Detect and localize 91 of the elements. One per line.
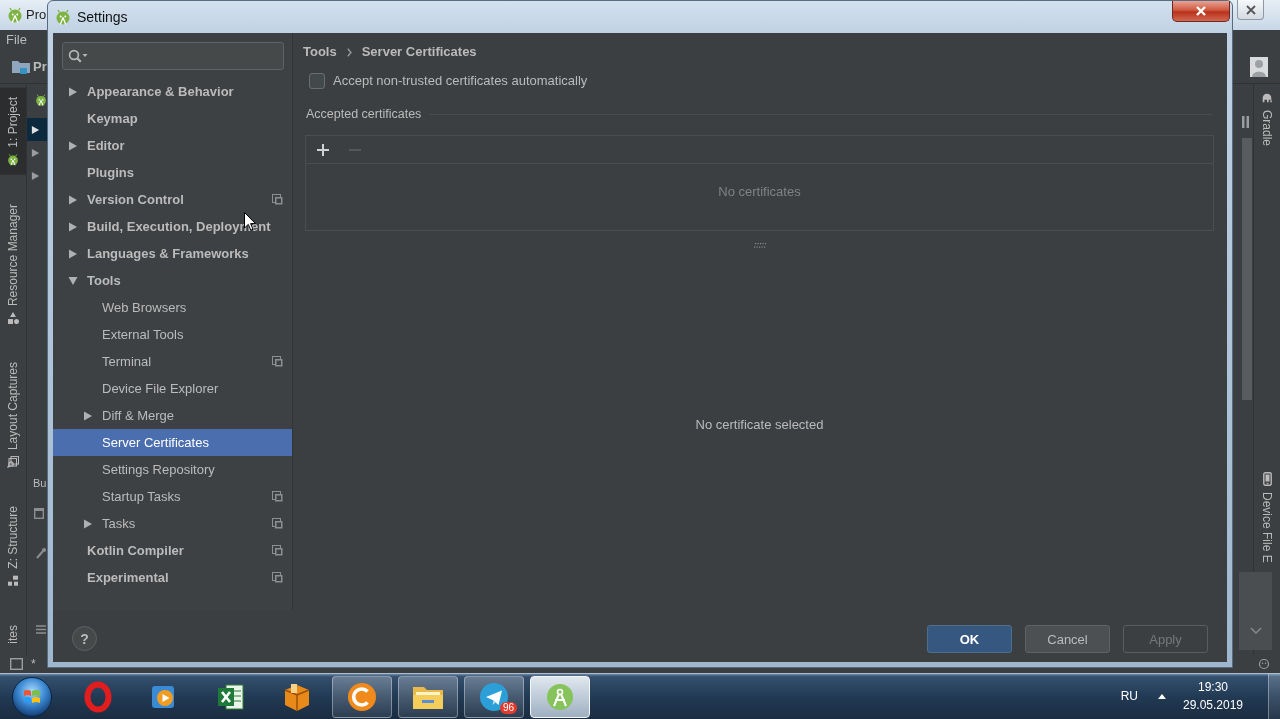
start-button[interactable] — [12, 676, 52, 717]
phone-icon — [1262, 472, 1272, 487]
taskbar-button[interactable] — [530, 675, 590, 718]
chevron-right-icon — [346, 47, 352, 57]
tree-item[interactable]: Tools — [53, 267, 292, 294]
tree-item[interactable]: Languages & Frameworks — [53, 240, 292, 267]
robot-head-icon — [35, 94, 47, 106]
triangle-right-icon[interactable] — [31, 124, 40, 135]
triangle-right-icon[interactable] — [68, 221, 78, 232]
close-button[interactable] — [1172, 1, 1230, 22]
clock-time[interactable]: 19:30 — [1178, 679, 1248, 697]
plus-icon[interactable] — [317, 143, 329, 156]
window-title: Pro — [26, 7, 47, 23]
triangle-right-icon[interactable] — [68, 194, 78, 205]
tree-item[interactable]: Build, Execution, Deployment — [53, 213, 292, 240]
tool-window-tab[interactable]: ites — [0, 615, 26, 653]
search-field[interactable] — [62, 42, 284, 70]
tool-window-tab[interactable]: Z: Structure — [0, 496, 26, 596]
tree-item[interactable]: Web Browsers — [53, 294, 292, 321]
help-button[interactable]: ? — [72, 626, 97, 651]
robot-head-icon — [7, 153, 19, 166]
close-icon — [1195, 6, 1207, 16]
close-button[interactable] — [1237, 0, 1264, 20]
tree-item[interactable]: Kotlin Compiler — [53, 537, 292, 564]
splitter-grip-icon[interactable] — [753, 243, 766, 248]
user-icon[interactable] — [1250, 56, 1268, 77]
triangle-right-icon[interactable] — [68, 86, 78, 97]
shapes-icon — [7, 311, 19, 324]
lines-icon[interactable] — [36, 625, 46, 635]
language-indicator[interactable]: RU — [1120, 689, 1138, 704]
robot-head-icon — [7, 7, 23, 23]
section-title: Accepted certificates — [306, 106, 422, 122]
triangle-right-icon[interactable] — [68, 248, 78, 259]
tool-window-tab[interactable]: 1: Project — [0, 88, 26, 175]
tree-item[interactable]: Keymap — [53, 105, 292, 132]
show-desktop-button[interactable] — [1268, 673, 1280, 719]
c-logo-icon — [347, 681, 377, 712]
ok-button[interactable]: OK — [927, 625, 1012, 653]
tree-item[interactable]: Plugins — [53, 159, 292, 186]
tool-window-tab[interactable]: Device File E — [1254, 472, 1280, 563]
smiley-icon[interactable] — [1258, 658, 1270, 670]
triangle-down-icon[interactable] — [68, 275, 78, 286]
tool-window-tab[interactable]: Resource Manager — [0, 194, 26, 333]
square-icon[interactable] — [10, 658, 23, 670]
tree-item[interactable]: Experimental — [53, 564, 292, 591]
magnifier-frames-icon — [7, 455, 19, 468]
taskbar-button[interactable]: 96 — [464, 675, 524, 718]
menu-item[interactable]: File — [6, 32, 27, 48]
close-icon — [1245, 4, 1256, 15]
tree-item[interactable]: Appearance & Behavior — [53, 78, 292, 105]
blocks-icon — [7, 574, 19, 587]
wrench-icon[interactable] — [36, 547, 46, 560]
panel-title: Bu — [33, 477, 47, 491]
chevron-down-icon[interactable] — [1249, 627, 1262, 634]
tool-window-tab[interactable]: Gradle — [1254, 92, 1280, 147]
checkbox[interactable] — [309, 73, 325, 89]
triangle-right-icon[interactable] — [68, 140, 78, 151]
triangle-up-icon[interactable] — [1158, 694, 1166, 699]
tree-item[interactable]: Tasks — [53, 510, 292, 537]
window-icon[interactable] — [34, 508, 44, 520]
clock-date[interactable]: 29.05.2019 — [1178, 696, 1248, 714]
empty-list-text: No certificates — [718, 184, 801, 199]
status-text: * — [31, 656, 36, 672]
tree-item[interactable]: Diff & Merge — [53, 402, 292, 429]
toolbar-label[interactable]: Pr — [33, 58, 47, 75]
flag-icon — [23, 688, 41, 705]
elephant-icon — [1261, 92, 1273, 104]
tool-window-tab[interactable]: Layout Captures — [0, 352, 26, 477]
folder-icon[interactable] — [12, 58, 30, 75]
tree-item[interactable]: Editor — [53, 132, 292, 159]
breadcrumb-item: Server Certificates — [361, 44, 477, 60]
tree-item[interactable]: Device File Explorer — [53, 375, 292, 402]
search-icon[interactable] — [68, 49, 88, 63]
triangle-right-icon[interactable] — [83, 518, 93, 529]
ring-icon[interactable] — [84, 680, 112, 713]
scrollbar-thumb[interactable] — [1242, 138, 1252, 400]
triangle-right-icon[interactable] — [83, 410, 93, 421]
tree-item[interactable]: Startup Tasks — [53, 483, 292, 510]
tree-item[interactable]: External Tools — [53, 321, 292, 348]
checkbox-label[interactable]: Accept non-trusted certificates automatically — [333, 73, 588, 89]
cancel-button[interactable]: Cancel — [1025, 625, 1110, 653]
compass-icon — [545, 681, 575, 712]
tree-item[interactable]: Settings Repository — [53, 456, 292, 483]
tree-item[interactable]: Server Certificates — [53, 429, 292, 456]
window-title: Settings — [77, 8, 128, 26]
robot-head-icon — [55, 9, 71, 25]
empty-details-text: No certificate selected — [695, 417, 824, 433]
pause-icon[interactable] — [1242, 116, 1249, 128]
tree-item[interactable]: Terminal — [53, 348, 292, 375]
tree-item[interactable]: Version Control — [53, 186, 292, 213]
breadcrumb-item[interactable]: Tools — [303, 44, 337, 60]
